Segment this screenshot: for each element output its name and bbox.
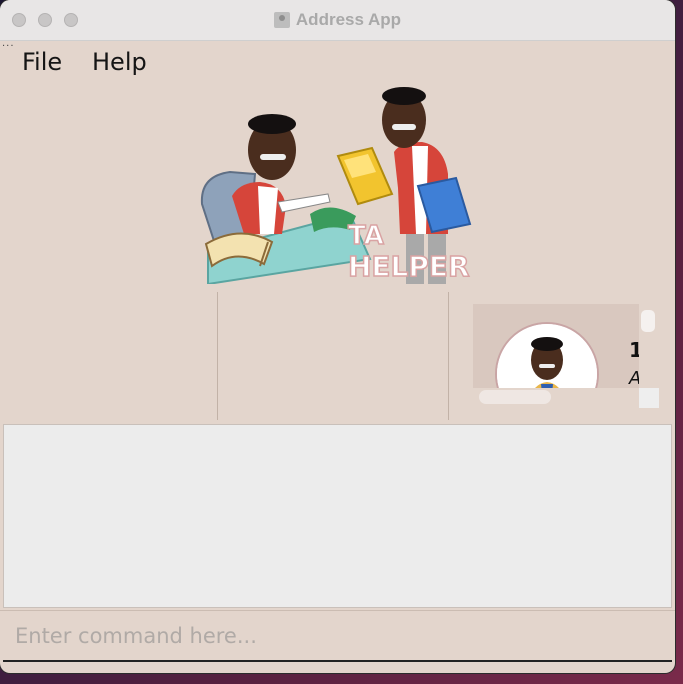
card-horizontal-scrollbar[interactable] (479, 390, 551, 404)
person-card[interactable]: 1 A (473, 304, 639, 388)
menu-bar: File Help (0, 48, 675, 82)
command-box (0, 610, 675, 663)
app-icon (273, 12, 290, 28)
panel-divider-2[interactable] (448, 292, 449, 420)
menu-file[interactable]: File (22, 48, 62, 76)
list-panels: 1 A (0, 292, 675, 420)
app-window: Address App ... File Help TA HELPER 1 En… (0, 0, 675, 673)
panel-divider-1[interactable] (217, 292, 218, 420)
command-box-underline (3, 660, 672, 662)
command-input[interactable] (3, 612, 671, 660)
banner-text-ta: TA (348, 221, 384, 251)
ta-helper-banner: TA HELPER (200, 87, 472, 284)
list-vertical-scrollbar[interactable] (641, 310, 655, 332)
menu-help[interactable]: Help (92, 48, 147, 76)
window-title-group: Address App (0, 0, 675, 40)
person-index: 1 (629, 338, 639, 362)
person-name: A (629, 368, 639, 388)
banner-text-helper: HELPER (348, 250, 470, 283)
window-title: Address App (295, 10, 402, 29)
avatar-photo (497, 324, 597, 388)
scrollbar-corner (639, 388, 659, 408)
result-display[interactable] (3, 424, 672, 608)
person-avatar (495, 322, 599, 388)
title-bar[interactable]: Address App (0, 0, 675, 41)
